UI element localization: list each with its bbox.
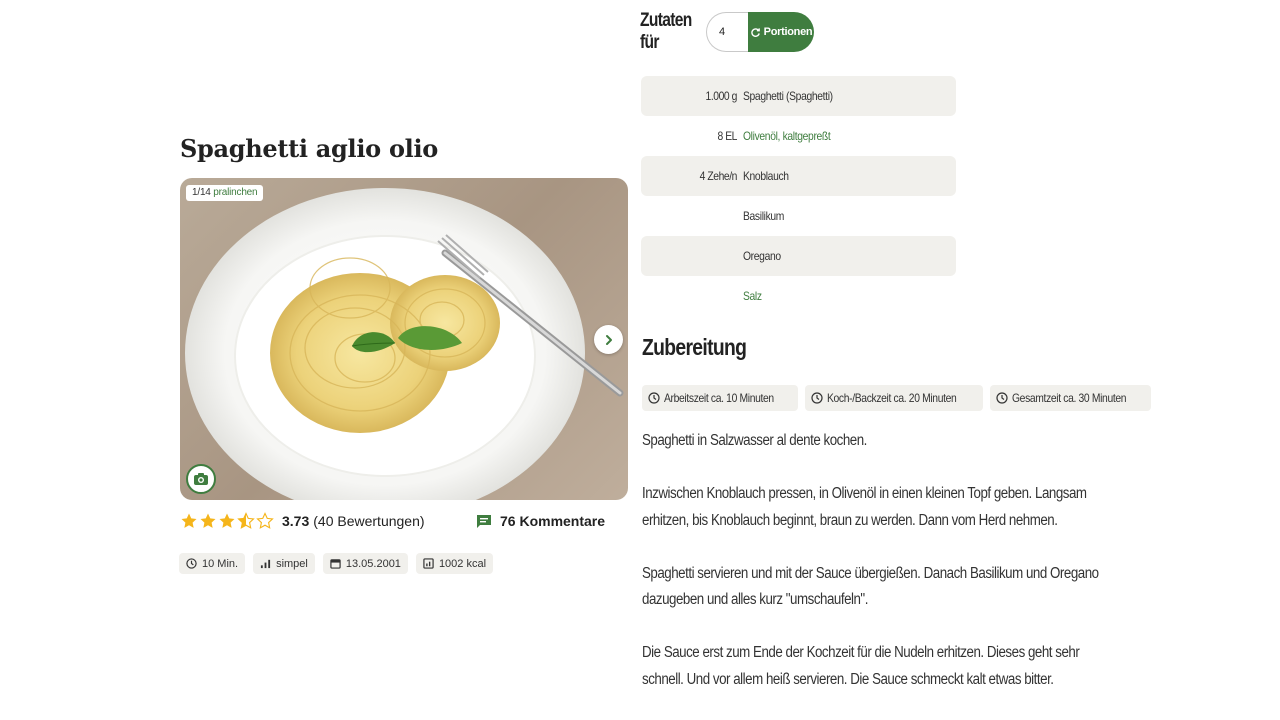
preparation-step: Spaghetti in Salzwasser al dente kochen. — [642, 432, 867, 449]
ingredient-amount: 8 EL — [717, 129, 737, 143]
rating[interactable]: 3.73 (40 Bewertungen) — [180, 511, 425, 531]
time-work: Arbeitszeit ca. 10 Minuten — [642, 385, 798, 411]
photo-author-link[interactable]: pralinchen — [213, 187, 257, 198]
time-work-label: Arbeitszeit ca. 10 Minuten — [664, 391, 774, 405]
ingredient-row: Salz — [641, 276, 956, 316]
preparation-steps: Spaghetti in Salzwasser al dente kochen.… — [642, 428, 1122, 720]
clock-icon — [186, 558, 197, 569]
clock-icon — [648, 392, 660, 404]
ingredient-link[interactable]: Olivenöl, kaltgepreßt — [743, 129, 831, 143]
portions-button-label: Portionen — [763, 26, 813, 38]
upload-photo-button[interactable] — [186, 464, 216, 494]
time-total-label: Gesamtzeit ca. 30 Minuten — [1012, 391, 1127, 405]
rating-stars[interactable] — [180, 512, 274, 530]
preparation-step: Spaghetti servieren und mit der Sauce üb… — [642, 564, 1099, 609]
ingredient-name: Basilikum — [743, 209, 785, 223]
ingredient-row: Basilikum — [641, 196, 956, 236]
star-half-icon — [237, 512, 255, 529]
ingredient-list: 1.000 g Spaghetti (Spaghetti) 8 EL Olive… — [641, 76, 956, 316]
clock-icon — [811, 392, 823, 404]
comments-count: 76 Kommentare — [500, 513, 606, 529]
recipe-meta: 10 Min. simpel 13.05.2001 1002 kcal — [179, 553, 494, 574]
ingredient-row: Oregano — [641, 236, 956, 276]
ingredient-amount: 4 Zehe/n — [699, 169, 738, 183]
comments-link[interactable]: 76 Kommentare — [476, 511, 605, 531]
ingredient-row: 1.000 g Spaghetti (Spaghetti) — [641, 76, 956, 116]
camera-plus-icon — [194, 473, 208, 485]
chevron-right-icon — [605, 334, 612, 345]
clock-icon — [996, 392, 1008, 404]
ingredients-label: Zutaten für — [640, 10, 692, 53]
meta-duration: 10 Min. — [179, 553, 246, 574]
meta-duration-label: 10 Min. — [202, 557, 239, 570]
preparation-step: Die Sauce erst zum Ende der Kochzeit für… — [642, 644, 1080, 688]
next-photo-button[interactable] — [594, 325, 623, 354]
ingredients-header: Zutaten für Portionen — [640, 10, 814, 53]
ingredient-amount: 1.000 g — [705, 89, 738, 103]
ingredient-name: Spaghetti (Spaghetti) — [743, 89, 833, 103]
star-full-icon — [181, 513, 197, 528]
calendar-icon — [330, 559, 341, 569]
star-full-icon — [200, 513, 216, 528]
preparation-times: Arbeitszeit ca. 10 Minuten Koch-/Backzei… — [642, 385, 1151, 411]
photo-counter-badge[interactable]: 1/14 pralinchen — [186, 185, 264, 201]
star-empty-icon — [256, 512, 274, 529]
portions-button[interactable]: Portionen — [748, 12, 814, 52]
meta-date-label: 13.05.2001 — [345, 557, 401, 570]
ingredient-name: Oregano — [743, 249, 781, 263]
time-total: Gesamtzeit ca. 30 Minuten — [990, 385, 1151, 411]
ingredient-link[interactable]: Salz — [743, 289, 762, 303]
time-cook-label: Koch-/Backzeit ca. 20 Minuten — [826, 391, 957, 405]
ingredient-row: 4 Zehe/n Knoblauch — [641, 156, 956, 196]
meta-difficulty-label: simpel — [276, 557, 308, 570]
meta-date: 13.05.2001 — [322, 553, 408, 574]
kcal-icon — [423, 558, 434, 569]
time-cook: Koch-/Backzeit ca. 20 Minuten — [804, 385, 984, 411]
spaghetti-image — [185, 188, 624, 500]
rating-count: (40 Bewertungen) — [313, 513, 425, 529]
meta-difficulty: simpel — [253, 553, 315, 574]
recipe-photo[interactable] — [180, 178, 628, 500]
comment-icon — [477, 514, 491, 528]
ingredient-row: 8 EL Olivenöl, kaltgepreßt — [641, 116, 956, 156]
recipe-title: Spaghetti aglio olio — [180, 134, 438, 163]
rating-value: 3.73 — [282, 513, 310, 529]
meta-kcal: 1002 kcal — [415, 553, 494, 574]
meta-kcal-label: 1002 kcal — [438, 557, 487, 570]
preparation-title: Zubereitung — [642, 334, 747, 360]
star-full-icon — [219, 513, 235, 528]
photo-counter: 1/14 — [192, 187, 211, 198]
ingredient-name: Knoblauch — [743, 169, 789, 183]
preparation-step: Inzwischen Knoblauch pressen, in Olivenö… — [642, 485, 1087, 529]
difficulty-icon — [260, 559, 271, 569]
portions-input[interactable] — [706, 12, 748, 52]
refresh-icon — [750, 27, 760, 37]
